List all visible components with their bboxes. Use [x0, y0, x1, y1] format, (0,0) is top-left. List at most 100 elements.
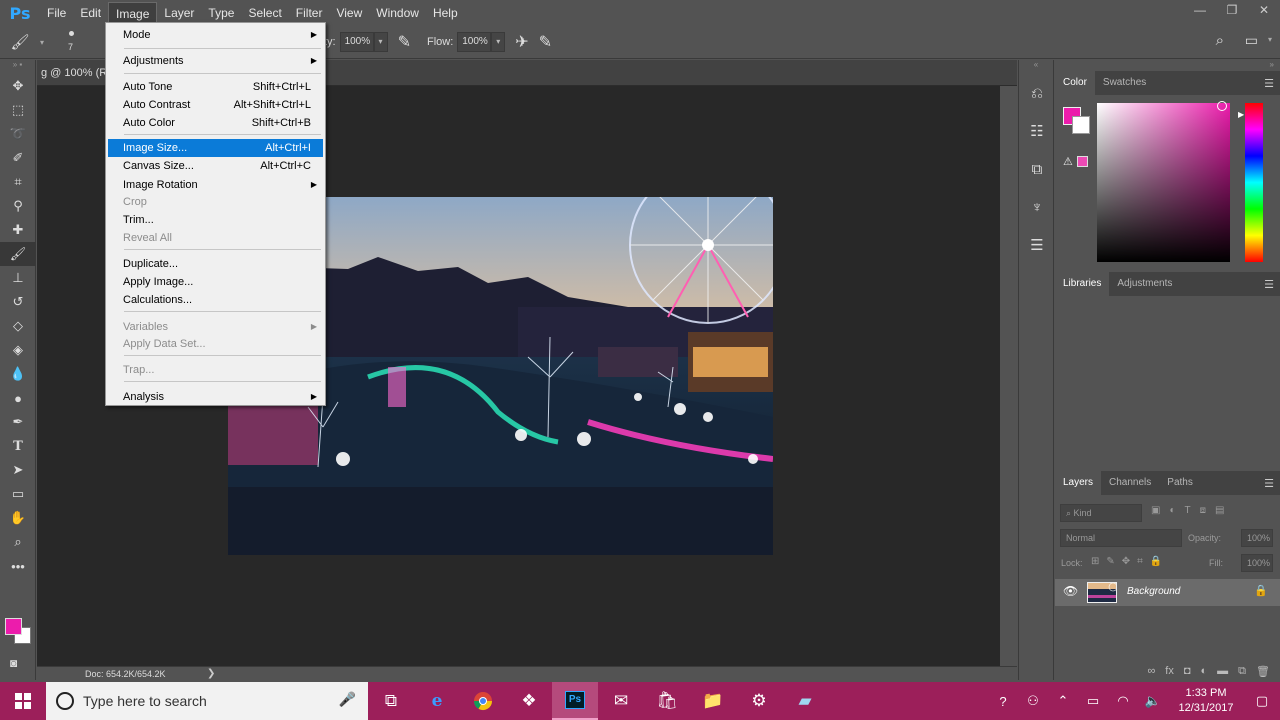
menu-layer[interactable]: Layer	[157, 2, 201, 24]
store-icon[interactable]: 🛍	[644, 682, 690, 720]
menu-item-trim[interactable]: Trim...	[108, 211, 323, 229]
notes-app-icon[interactable]: ▰	[782, 682, 828, 720]
workspace-chevron-icon[interactable]: ▾	[1268, 35, 1272, 44]
more-tools-icon[interactable]: •••	[0, 554, 36, 578]
add-mask-icon[interactable]: ◘	[1184, 665, 1191, 677]
layer-filter-icons[interactable]: ▣◐T⧈▤	[1151, 505, 1233, 516]
history-icon[interactable]: ⎌	[1019, 74, 1055, 112]
quick-select-tool-icon[interactable]: ✐	[0, 146, 36, 170]
menu-item-auto-tone[interactable]: Auto Tone Shift+Ctrl+L	[108, 78, 323, 96]
panel-collapse-icon[interactable]: » ▪	[0, 60, 35, 74]
menu-filter[interactable]: Filter	[289, 2, 330, 24]
layer-row-background[interactable]: 👁 Background 🔒	[1055, 579, 1280, 606]
layer-opacity-input[interactable]: 100%	[1241, 529, 1273, 547]
menu-item-canvas-size[interactable]: Canvas Size... Alt+Ctrl+C	[108, 157, 323, 175]
menu-edit[interactable]: Edit	[73, 2, 108, 24]
opacity-dropdown[interactable]: ▾	[373, 32, 388, 52]
volume-icon[interactable]: 🔈	[1138, 693, 1168, 709]
chevron-down-icon[interactable]: ▾	[40, 38, 52, 47]
tool-presets-icon[interactable]: ♆	[1019, 188, 1055, 226]
clone-stamp-tool-icon[interactable]: ⊥	[0, 266, 36, 290]
file-explorer-icon[interactable]: 📁	[690, 682, 736, 720]
menu-select[interactable]: Select	[241, 2, 288, 24]
menu-view[interactable]: View	[329, 2, 369, 24]
microphone-icon[interactable]: 🎤	[339, 691, 356, 708]
airbrush-icon[interactable]: ✈	[515, 32, 528, 52]
brush-settings-icon[interactable]: ⧉	[1019, 150, 1055, 188]
panel-menu-icon[interactable]: ☰	[1264, 278, 1274, 291]
flow-dropdown[interactable]: ▾	[491, 32, 506, 52]
taskbar-search-box[interactable]: Type here to search 🎤	[46, 682, 368, 720]
paint-bucket-tool-icon[interactable]: ◈	[0, 338, 36, 362]
menu-image[interactable]: Image	[108, 2, 158, 24]
edge-browser-icon[interactable]: e	[414, 682, 460, 720]
opacity-input[interactable]: 100%	[339, 32, 374, 52]
new-layer-icon[interactable]: ⧉	[1238, 665, 1246, 678]
lock-icons[interactable]: ⊞✎✥⌗🔒	[1091, 556, 1169, 567]
chrome-icon[interactable]	[460, 682, 506, 720]
type-tool-icon[interactable]: T	[0, 434, 36, 458]
flow-input[interactable]: 100%	[457, 32, 492, 52]
visibility-eye-icon[interactable]: 👁	[1063, 584, 1078, 598]
quick-mask-icon[interactable]: ◙	[10, 656, 17, 670]
move-tool-icon[interactable]: ✥	[0, 74, 36, 98]
panel-collapse-icon[interactable]: «	[1019, 60, 1053, 74]
people-icon[interactable]: ⚇	[1018, 693, 1048, 709]
menu-window[interactable]: Window	[369, 2, 426, 24]
fill-input[interactable]: 100%	[1241, 554, 1273, 572]
menu-item-adjustments[interactable]: Adjustments ▶	[108, 52, 323, 70]
new-group-icon[interactable]: ▬	[1217, 665, 1228, 677]
history-brush-tool-icon[interactable]: ↺	[0, 290, 36, 314]
marquee-tool-icon[interactable]: ⬚	[0, 98, 36, 122]
tab-channels[interactable]: Channels	[1101, 471, 1159, 495]
menu-item-calculations[interactable]: Calculations...	[108, 291, 323, 309]
color-picker-field[interactable]	[1097, 103, 1230, 262]
status-menu-arrow-icon[interactable]: ❯	[207, 668, 215, 679]
task-view-icon[interactable]: ⧉	[368, 682, 414, 720]
brush-tool-icon[interactable]: 🖌	[0, 33, 40, 51]
rectangle-tool-icon[interactable]: ▭	[0, 482, 36, 506]
pressure-opacity-icon[interactable]: ✎	[398, 32, 411, 52]
menu-item-image-size[interactable]: Image Size... Alt+Ctrl+I	[108, 139, 323, 157]
menu-item-auto-contrast[interactable]: Auto Contrast Alt+Shift+Ctrl+L	[108, 96, 323, 114]
hand-tool-icon[interactable]: ✋	[0, 506, 36, 530]
mail-icon[interactable]: ✉	[598, 682, 644, 720]
background-color-chip[interactable]	[1072, 116, 1090, 134]
foreground-color-swatch[interactable]	[5, 618, 22, 635]
layer-filter-kind[interactable]: ⌕ Kind	[1060, 504, 1142, 522]
pressure-size-icon[interactable]: ✎	[539, 32, 552, 52]
vertical-scrollbar[interactable]	[1000, 86, 1017, 666]
menu-item-apply-image[interactable]: Apply Image...	[108, 273, 323, 291]
menu-item-image-rotation[interactable]: Image Rotation ▶	[108, 176, 323, 194]
menu-type[interactable]: Type	[201, 2, 241, 24]
color-picker-cursor[interactable]	[1217, 101, 1227, 111]
brush-preset-picker[interactable]: 7	[52, 27, 92, 57]
tab-adjustments[interactable]: Adjustments	[1109, 272, 1180, 296]
restore-button[interactable]: ❐	[1216, 0, 1248, 22]
help-icon[interactable]: ?	[988, 694, 1018, 709]
eraser-tool-icon[interactable]: ◇	[0, 314, 36, 338]
path-select-tool-icon[interactable]: ➤	[0, 458, 36, 482]
dropbox-icon[interactable]: ❖	[506, 682, 552, 720]
properties-icon[interactable]: ☷	[1019, 112, 1055, 150]
menu-help[interactable]: Help	[426, 2, 465, 24]
menu-item-duplicate[interactable]: Duplicate...	[108, 255, 323, 273]
menu-item-mode[interactable]: Mode ▶	[108, 26, 323, 44]
battery-icon[interactable]: ▭	[1078, 693, 1108, 709]
settings-app-icon[interactable]: ⚙	[736, 682, 782, 720]
workspace-icon[interactable]: ▭	[1245, 32, 1258, 49]
trash-icon[interactable]: 🗑	[1256, 665, 1270, 678]
taskbar-search-input[interactable]: Type here to search	[83, 693, 207, 709]
tab-libraries[interactable]: Libraries	[1055, 272, 1110, 296]
paragraph-icon[interactable]: ☰	[1019, 226, 1055, 264]
pen-tool-icon[interactable]: ✒	[0, 410, 36, 434]
search-icon[interactable]: ⌕	[1216, 32, 1224, 49]
healing-brush-tool-icon[interactable]: ✚	[0, 218, 36, 242]
minimize-button[interactable]: —	[1184, 0, 1216, 22]
gamut-correction-chip[interactable]	[1077, 156, 1088, 167]
hue-slider[interactable]	[1245, 103, 1263, 262]
link-layers-icon[interactable]: ∞	[1147, 665, 1155, 677]
close-button[interactable]: ✕	[1248, 0, 1280, 22]
blend-mode-select[interactable]: Normal	[1060, 529, 1182, 547]
tab-color[interactable]: Color	[1055, 71, 1095, 95]
